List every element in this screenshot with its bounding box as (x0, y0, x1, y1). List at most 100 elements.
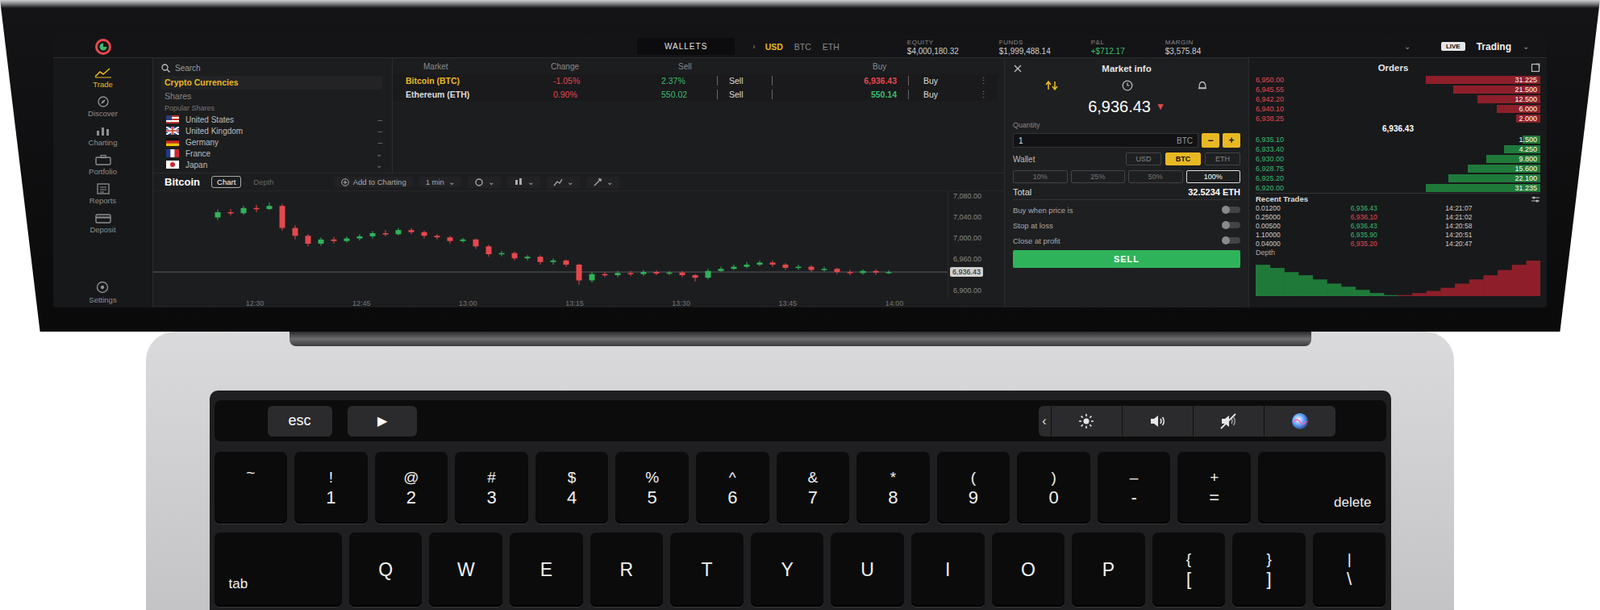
close-icon[interactable] (1012, 63, 1023, 74)
chart-view-tab[interactable]: Depth (247, 175, 280, 188)
option-toggle[interactable] (1222, 206, 1241, 213)
keyboard-key[interactable]: @2 (375, 451, 449, 524)
percent-option[interactable]: 10% (1012, 170, 1068, 184)
keyboard-key[interactable]: I (911, 532, 985, 607)
percent-option[interactable]: 25% (1070, 170, 1126, 184)
percent-option[interactable]: 50% (1128, 170, 1184, 184)
keyboard-key[interactable]: $4 (535, 451, 609, 524)
chart-tool-dropdown[interactable]: ⌄ (507, 176, 541, 188)
market-row[interactable]: Bitcoin (BTC)-1.05%2.37%Sell6,936.43Buy⋮ (392, 74, 998, 88)
mode-caret[interactable]: ⌄ (1522, 41, 1530, 51)
chart-tool-dropdown[interactable]: ⌄ (546, 176, 580, 188)
keyboard-key[interactable]: *8 (856, 451, 930, 524)
keyboard-key[interactable]: T (670, 532, 744, 607)
keyboard-key[interactable]: delete (1258, 451, 1386, 524)
category-item[interactable]: Shares (161, 89, 383, 104)
stats-caret[interactable]: ⌄ (1404, 41, 1411, 51)
increase-button[interactable]: + (1222, 133, 1241, 148)
buy-button[interactable]: Buy (908, 75, 970, 86)
sidebar-item[interactable]: Portfolio (53, 151, 153, 179)
keyboard-key[interactable]: )0 (1016, 451, 1091, 524)
mode-label[interactable]: Trading (1476, 41, 1512, 53)
sell-button[interactable]: SELL (1012, 250, 1241, 268)
column-header[interactable]: Buy (872, 62, 1000, 71)
esc-key[interactable]: esc (267, 405, 333, 437)
wallet-option[interactable]: USD (1125, 152, 1162, 166)
order-book-row[interactable]: 6,920.0031.235 (1255, 183, 1541, 193)
country-item[interactable]: France⌄ (161, 147, 383, 159)
currency-option[interactable]: BTC (794, 41, 812, 52)
expand-button[interactable]: ‹ (1038, 405, 1052, 437)
keyboard-key[interactable]: tab (214, 532, 342, 607)
order-book-row[interactable]: 6,938.252.000 (1255, 113, 1541, 124)
sidebar-item[interactable]: Deposit (53, 209, 153, 237)
keyboard-key[interactable]: U (830, 532, 905, 607)
country-item[interactable]: United Kingdom– (161, 125, 383, 137)
expand-icon[interactable] (1530, 62, 1541, 73)
keyboard-key[interactable]: P (1071, 532, 1146, 607)
order-book-row[interactable]: 6,928.7515.600 (1255, 163, 1541, 174)
control-strip-button[interactable] (1264, 405, 1336, 437)
row-menu[interactable]: ⋮ (969, 89, 998, 100)
country-item[interactable]: Japan⌄ (161, 158, 383, 171)
order-book-row[interactable]: 6,942.2012.500 (1255, 94, 1541, 105)
category-item[interactable]: Crypto Currencies (161, 75, 383, 90)
column-header[interactable]: Change (550, 62, 679, 71)
keyboard-key[interactable]: {[ (1152, 532, 1226, 607)
sidebar-item[interactable]: Trade (53, 64, 153, 92)
wallet-option[interactable]: ETH (1204, 152, 1241, 166)
order-book-row[interactable]: 6,925.2022.100 (1255, 173, 1541, 184)
option-toggle[interactable] (1222, 237, 1241, 244)
keyboard-key[interactable]: Y (750, 532, 825, 607)
add-to-charting-button[interactable]: Add to Charting (334, 176, 413, 188)
keyboard-key[interactable]: %5 (615, 451, 689, 524)
order-book-row[interactable]: 6,930.009.800 (1255, 154, 1541, 164)
sidebar-item[interactable]: Charting (53, 122, 153, 150)
keyboard-key[interactable]: R (590, 532, 664, 607)
sell-button[interactable]: Sell (716, 75, 772, 86)
chart-view-tab[interactable]: Chart (211, 175, 242, 188)
keyboard-key[interactable]: (9 (937, 451, 1011, 524)
candlestick-chart[interactable] (153, 191, 948, 296)
country-item[interactable]: United States– (161, 113, 383, 125)
control-strip-button[interactable] (1051, 405, 1123, 437)
option-toggle[interactable] (1222, 221, 1241, 229)
clock-icon[interactable] (1121, 79, 1134, 92)
column-header[interactable]: Sell (678, 62, 873, 71)
swap-arrows-icon[interactable] (1045, 79, 1059, 92)
keyboard-key[interactable]: Q (349, 532, 423, 607)
column-header[interactable]: Market (423, 62, 551, 71)
percent-option[interactable]: 100% (1186, 170, 1242, 184)
sell-button[interactable]: Sell (716, 89, 772, 100)
sidebar-item[interactable]: Reports (53, 180, 153, 208)
keyboard-key[interactable]: !1 (294, 451, 368, 524)
keyboard-key[interactable]: ^6 (695, 451, 770, 524)
control-strip-button[interactable] (1122, 405, 1194, 437)
keyboard-key[interactable]: ~ (214, 451, 288, 524)
currency-option[interactable]: USD (765, 41, 784, 52)
bell-icon[interactable] (1196, 79, 1209, 92)
keyboard-key[interactable]: #3 (454, 451, 529, 524)
logo-icon[interactable] (94, 37, 113, 56)
currency-option[interactable]: ETH (822, 41, 840, 52)
quantity-input[interactable]: 1BTC (1012, 133, 1199, 148)
wallets-button[interactable]: WALLETS (637, 37, 735, 55)
decrease-button[interactable]: − (1201, 133, 1220, 148)
keyboard-key[interactable]: E (509, 532, 584, 607)
market-row[interactable]: Ethereum (ETH)0.90%550.02Sell550.14Buy⋮ (392, 87, 998, 101)
keyboard-key[interactable]: W (429, 532, 503, 607)
sidebar-item[interactable]: Discover (53, 93, 153, 121)
options-icon[interactable] (1530, 195, 1541, 204)
order-book-row[interactable]: 6,940.106.000 (1255, 104, 1541, 114)
order-book-row[interactable]: 6,933.404.250 (1255, 144, 1541, 155)
keyboard-key[interactable]: |\ (1312, 532, 1387, 607)
keyboard-key[interactable]: &7 (776, 451, 850, 524)
play-button[interactable]: ▶ (347, 405, 417, 437)
search-input[interactable] (175, 63, 383, 73)
interval-dropdown[interactable]: 1 min⌄ (419, 176, 462, 188)
buy-button[interactable]: Buy (908, 89, 970, 100)
order-book-row[interactable]: 6,945.5521.500 (1255, 84, 1541, 95)
chart-tool-dropdown[interactable]: ⌄ (467, 176, 501, 188)
keyboard-key[interactable]: += (1177, 451, 1251, 524)
order-book-row[interactable]: 6,935.101.500 (1255, 134, 1541, 145)
